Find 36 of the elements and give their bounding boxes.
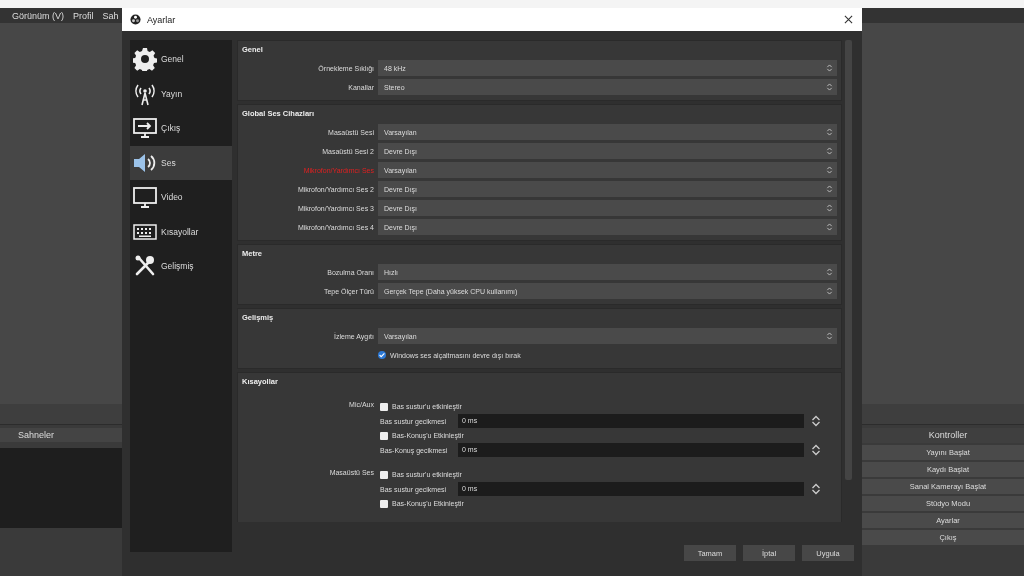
updown-icon <box>826 184 833 194</box>
updown-icon <box>826 203 833 213</box>
menu-item[interactable]: Profil <box>73 10 94 21</box>
updown-icon <box>826 63 833 73</box>
window-title: Ayarlar <box>147 14 177 25</box>
updown-icon <box>826 82 833 92</box>
updown-icon[interactable] <box>811 482 821 496</box>
gear-icon <box>133 47 157 72</box>
sidebar-item[interactable]: Ses <box>130 145 232 180</box>
updown-icon <box>826 286 833 296</box>
checkbox[interactable] <box>380 499 388 508</box>
menu-item[interactable]: Sah <box>102 10 119 21</box>
app-logo-icon <box>130 14 141 25</box>
checkbox[interactable] <box>378 351 386 359</box>
menu-item[interactable]: Görünüm (V) <box>12 10 64 21</box>
updown-icon <box>826 222 833 232</box>
updown-icon <box>826 267 833 277</box>
sidebar-item[interactable]: Yayın <box>130 76 232 111</box>
checkbox[interactable] <box>380 470 388 479</box>
updown-icon <box>826 146 833 156</box>
sidebar-item[interactable]: Kısayollar <box>130 214 232 249</box>
monitor-icon <box>133 185 157 210</box>
checkbox[interactable] <box>380 402 388 411</box>
sidebar-item[interactable]: Video <box>130 180 232 215</box>
sidebar-item[interactable]: Gelişmiş <box>130 249 232 284</box>
close-icon[interactable] <box>844 15 853 24</box>
updown-icon[interactable] <box>811 443 821 457</box>
sidebar-item[interactable]: Genel <box>130 42 232 77</box>
updown-icon <box>826 127 833 137</box>
sidebar-item[interactable]: Çıkış <box>130 111 232 146</box>
updown-icon <box>826 165 833 175</box>
updown-icon[interactable] <box>811 414 821 428</box>
checkbox[interactable] <box>380 431 388 440</box>
monitor-arrow-icon <box>133 116 157 141</box>
updown-icon <box>826 331 833 341</box>
dock-title: Kontroller <box>862 428 1024 443</box>
